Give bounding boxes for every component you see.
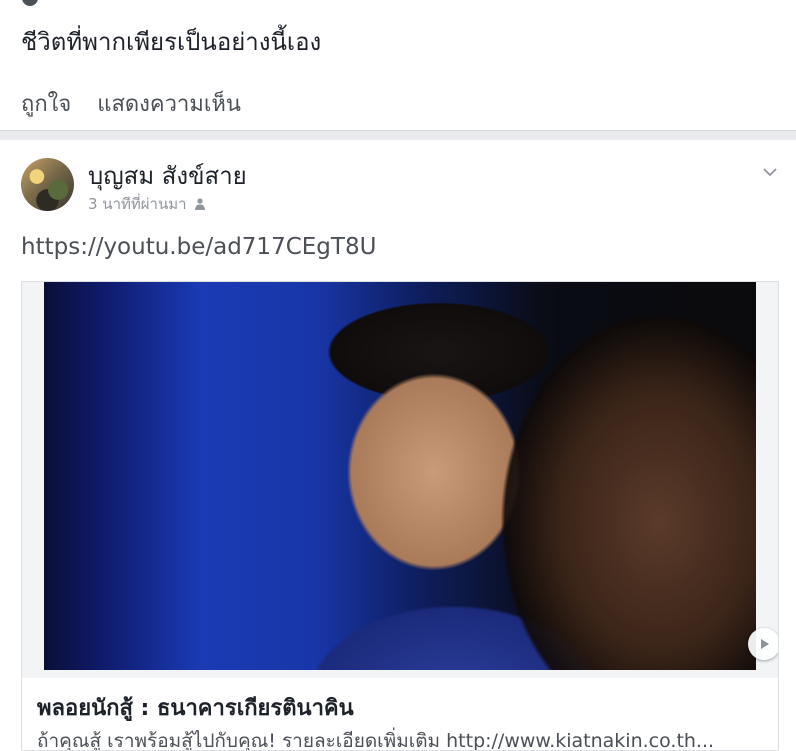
thumbnail-image	[44, 282, 756, 670]
friends-icon	[194, 198, 205, 210]
like-button[interactable]: ถูกใจ	[21, 86, 71, 121]
post-meta: 3 นาทีที่ผ่านมา	[88, 192, 207, 216]
post-header: บุญสม สังข์สาย 3 นาทีที่ผ่านมา	[0, 140, 796, 220]
previous-post-text: ชีวิตที่พากเพียรเป็นอย่างนี้เอง	[21, 28, 322, 56]
previous-post-icon	[22, 0, 38, 6]
author-name[interactable]: บุญสม สังข์สาย	[88, 156, 247, 195]
preview-title[interactable]: พลอยนักสู้ : ธนาคารเกียรตินาคิน	[37, 690, 354, 725]
play-glyph	[761, 639, 769, 649]
avatar[interactable]	[21, 158, 74, 211]
chevron-down-icon[interactable]	[760, 162, 780, 182]
previous-post: ชีวิตที่พากเพียรเป็นอย่างนี้เอง ถูกใจ แส…	[0, 0, 796, 130]
video-thumbnail[interactable]	[22, 282, 778, 678]
play-icon[interactable]	[748, 628, 778, 660]
post-link[interactable]: https://youtu.be/ad717CEgT8U	[21, 234, 376, 260]
comment-button[interactable]: แสดงความเห็น	[97, 86, 241, 121]
feed-separator	[0, 130, 796, 140]
preview-description: ถ้าคุณสู้ เราพร้อมสู้ไปกับคุณ! รายละเอีย…	[37, 730, 715, 751]
link-preview-card[interactable]: พลอยนักสู้ : ธนาคารเกียรตินาคิน ถ้าคุณสู…	[21, 281, 779, 751]
post-actions: ถูกใจ แสดงความเห็น	[21, 86, 241, 121]
timestamp[interactable]: 3 นาทีที่ผ่านมา	[88, 192, 187, 216]
